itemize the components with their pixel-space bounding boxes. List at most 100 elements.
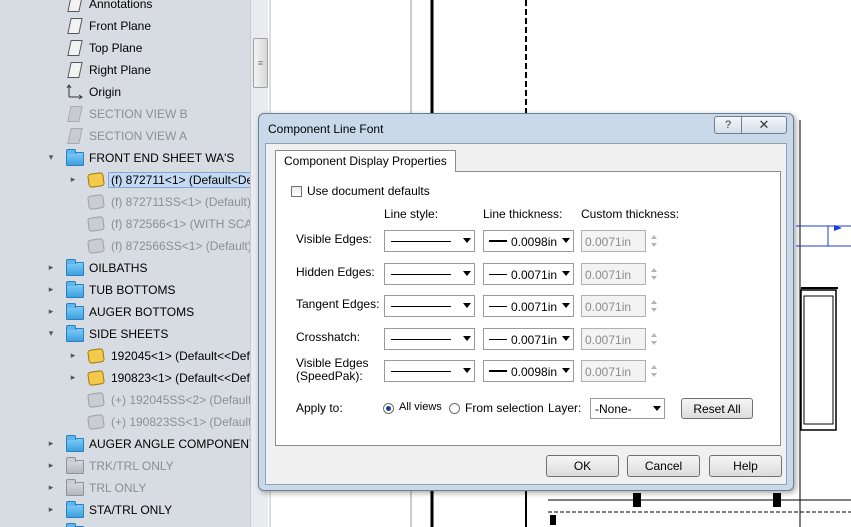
tree-item[interactable]: (+) 190823SS<1> (Default) <box>0 411 250 433</box>
feature-tree: Annotations Front Plane Top Plane Right Pla… <box>0 0 250 527</box>
expand-arrow-icon[interactable]: ▸ <box>46 438 56 448</box>
part-icon <box>87 237 105 255</box>
expand-arrow-icon[interactable]: ▸ <box>46 262 56 272</box>
tree-item-label: Front Plane <box>89 19 152 33</box>
tree-item[interactable]: SECTION VIEW B <box>0 103 250 125</box>
line-thickness-select[interactable]: 0.0071in <box>483 328 574 350</box>
line-thickness-select[interactable]: 0.0071in <box>483 295 574 317</box>
tree-item[interactable]: Right Plane <box>0 59 250 81</box>
solid-line-icon <box>391 306 451 307</box>
line-style-select[interactable] <box>384 295 475 317</box>
custom-thickness-input[interactable]: 0.0071in <box>581 328 646 350</box>
line-weight-icon <box>489 240 507 242</box>
tree-item[interactable]: Top Plane <box>0 37 250 59</box>
close-icon: ✕ <box>758 117 770 132</box>
tree-item[interactable]: ▸ STA/TRL ONLY <box>0 499 250 521</box>
tree-item[interactable]: ▸ TUB BOTTOMS <box>0 279 250 301</box>
tree-item[interactable]: Origin <box>0 81 250 103</box>
tree-item-label: SIDE SHEETS <box>89 327 169 341</box>
chevron-down-icon <box>562 336 570 341</box>
tree-item-label: (f) 872566<1> (WITH SCAL <box>111 217 250 231</box>
layer-select[interactable]: -None- <box>590 398 665 419</box>
tree-item[interactable]: (+) 192045SS<2> (Default) <box>0 389 250 411</box>
all-views-radio[interactable] <box>383 403 394 414</box>
custom-thickness-spinner[interactable] <box>649 295 660 317</box>
tree-item[interactable]: (f) 872711SS<1> (Default) <box>0 191 250 213</box>
custom-thickness-spinner[interactable] <box>649 328 660 350</box>
use-document-defaults-checkbox[interactable] <box>291 186 302 197</box>
plane-icon <box>67 40 83 56</box>
collapse-arrow-icon[interactable]: ▾ <box>46 152 56 162</box>
line-style-select[interactable] <box>384 360 475 382</box>
tree-item[interactable]: Annotations <box>0 0 250 15</box>
tree-item-label: (+) 192045SS<2> (Default) <box>111 393 250 407</box>
folder-icon <box>66 149 84 166</box>
tree-item[interactable]: (f) 872566SS<1> (Default) <box>0 235 250 257</box>
edge-row-label: Crosshatch: <box>296 330 361 344</box>
annotations-icon <box>67 0 83 12</box>
custom-thickness-value: 0.0071in <box>585 300 632 314</box>
scrollbar-thumb[interactable]: ≡ <box>253 38 268 88</box>
tree-item[interactable]: Front Plane <box>0 15 250 37</box>
tree-item[interactable]: ▸ 190823<1> (Default<<Def <box>0 367 250 389</box>
layer-label: Layer: <box>548 401 582 415</box>
part-icon <box>87 193 105 211</box>
custom-thickness-value: 0.0071in <box>585 235 632 249</box>
custom-thickness-input[interactable]: 0.0071in <box>581 230 646 252</box>
title-close-button[interactable]: ✕ <box>741 116 787 134</box>
spin-up-icon <box>651 300 657 304</box>
reset-all-button[interactable]: Reset All <box>681 398 753 419</box>
tree-item-label: 190823<1> (Default<<Def <box>111 371 250 385</box>
expand-arrow-icon[interactable]: ▸ <box>68 372 78 382</box>
tree-item[interactable]: SECTION VIEW A <box>0 125 250 147</box>
tree-item[interactable]: ▸ AUGER ANGLE COMPONENTS <box>0 433 250 455</box>
plane-icon <box>67 128 83 144</box>
tree-item[interactable]: (f) 872566<1> (WITH SCAL <box>0 213 250 235</box>
line-style-select[interactable] <box>384 230 475 252</box>
tab-component-display-properties[interactable]: Component Display Properties <box>275 150 456 172</box>
expand-arrow-icon[interactable]: ▸ <box>46 460 56 470</box>
tree-item[interactable]: ▾ FRONT END SHEET WA'S <box>0 147 250 169</box>
tree-item-label: AUGER ANGLE COMPONENTS <box>89 437 250 451</box>
custom-thickness-spinner[interactable] <box>649 263 660 285</box>
line-style-select[interactable] <box>384 328 475 350</box>
expand-arrow-icon[interactable]: ▸ <box>46 482 56 492</box>
collapse-arrow-icon[interactable]: ▾ <box>46 328 56 338</box>
help-button[interactable]: Help <box>709 455 782 477</box>
expand-arrow-icon[interactable]: ▸ <box>68 174 78 184</box>
line-thickness-select[interactable]: 0.0098in <box>483 230 574 252</box>
tree-item[interactable]: ▸ TRK/TRL ONLY <box>0 455 250 477</box>
cancel-button[interactable]: Cancel <box>627 455 700 477</box>
tree-item-label: (f) 872566SS<1> (Default) <box>111 239 250 253</box>
tree-item-label: SECTION VIEW B <box>89 107 188 121</box>
expand-arrow-icon[interactable]: ▸ <box>46 284 56 294</box>
tree-item[interactable]: ▸ AUGER BOTTOMS <box>0 301 250 323</box>
tree-item[interactable]: ▾ SIDE SHEETS <box>0 323 250 345</box>
chevron-down-icon <box>463 336 471 341</box>
folder-icon <box>66 457 84 474</box>
tree-item[interactable]: ▸ OILBATHS <box>0 257 250 279</box>
tree-item[interactable]: ▸ (f) 872711<1> (Default<De <box>0 169 250 191</box>
line-thickness-select[interactable]: 0.0098in <box>483 360 574 382</box>
custom-thickness-input[interactable]: 0.0071in <box>581 295 646 317</box>
custom-thickness-input[interactable]: 0.0071in <box>581 360 646 382</box>
from-selection-radio[interactable] <box>449 403 460 414</box>
tree-item[interactable]: ▸ 192045<1> (Default<<Def <box>0 345 250 367</box>
tree-item[interactable]: ▸ TRL ONLY <box>0 477 250 499</box>
expand-arrow-icon[interactable]: ▸ <box>68 350 78 360</box>
all-views-label: All views <box>399 401 442 413</box>
custom-thickness-spinner[interactable] <box>649 230 660 252</box>
expand-arrow-icon[interactable]: ▸ <box>46 504 56 514</box>
tree-item-label: Origin <box>89 85 122 99</box>
title-help-button[interactable]: ? <box>714 116 742 134</box>
ok-button[interactable]: OK <box>546 455 619 477</box>
expand-arrow-icon[interactable]: ▸ <box>46 306 56 316</box>
chevron-down-icon <box>463 271 471 276</box>
custom-thickness-input[interactable]: 0.0071in <box>581 263 646 285</box>
origin-icon <box>66 84 84 100</box>
custom-thickness-spinner[interactable] <box>649 360 660 382</box>
part-icon <box>87 347 105 365</box>
line-thickness-select[interactable]: 0.0071in <box>483 263 574 285</box>
tree-item[interactable]: ▸STA ONLY <box>0 521 250 527</box>
line-style-select[interactable] <box>384 263 475 285</box>
